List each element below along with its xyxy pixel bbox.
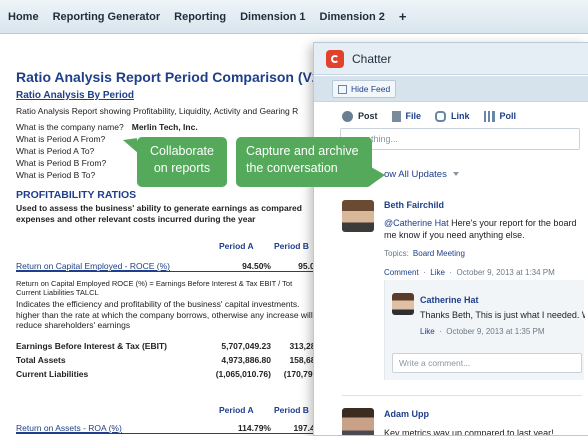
chatter-logo-icon bbox=[326, 50, 344, 68]
feed-divider bbox=[342, 395, 582, 396]
metric-value-a: 114.79% bbox=[237, 423, 271, 433]
metric-label[interactable]: Return on Capital Employed - ROCE (%) bbox=[16, 261, 170, 271]
tab-reporting-generator[interactable]: Reporting Generator bbox=[53, 11, 161, 23]
topics-label: Topics: bbox=[384, 249, 409, 258]
tab-dimension-2[interactable]: Dimension 2 bbox=[320, 11, 385, 23]
like-link[interactable]: Like bbox=[420, 327, 435, 336]
comment-link[interactable]: Comment bbox=[384, 268, 419, 277]
metric-value-a: 94.50% bbox=[242, 261, 271, 271]
publisher-actions: Post File Link Poll bbox=[342, 108, 530, 124]
file-icon bbox=[391, 110, 401, 122]
post-meta: Comment · Like · October 9, 2013 at 1:34… bbox=[384, 268, 555, 277]
callout-text: Capture and archive the conversation bbox=[246, 144, 359, 175]
tab-home[interactable]: Home bbox=[8, 11, 39, 23]
callout-pointer bbox=[371, 167, 385, 185]
roce-formula: Return on Capital Employed ROCE (%) = Ea… bbox=[16, 279, 293, 297]
detail-label: Current Liabilities bbox=[16, 369, 89, 379]
poll-icon bbox=[483, 110, 495, 122]
comment-text: Thanks Beth, This is just what I needed.… bbox=[420, 310, 585, 320]
post-topics: Topics: Board Meeting bbox=[384, 249, 465, 258]
comment-meta: Like · October 9, 2013 at 1:35 PM bbox=[420, 327, 545, 336]
callout-capture: Capture and archive the conversation bbox=[236, 137, 385, 187]
post-action[interactable]: Post bbox=[342, 110, 378, 122]
detail-value-a: 4,973,886.80 bbox=[221, 355, 271, 365]
detail-value-a: (1,065,010.76) bbox=[215, 369, 271, 379]
poll-label: Poll bbox=[499, 111, 517, 121]
question-label: What is the company name? bbox=[16, 122, 124, 132]
feed-filter-dropdown[interactable]: ow All Updates bbox=[384, 169, 459, 180]
question-period-a-from: What is Period A From? bbox=[16, 134, 106, 144]
author-name[interactable]: Adam Upp bbox=[384, 409, 429, 419]
like-link[interactable]: Like bbox=[430, 268, 445, 277]
metric-row-roa: Return on Assets - ROA (%) 114.79% 197.4… bbox=[16, 421, 327, 434]
roce-explanation: Indicates the efficiency and profitabili… bbox=[16, 299, 313, 330]
detail-label: Total Assets bbox=[16, 355, 66, 365]
post-label: Post bbox=[358, 111, 378, 121]
poll-action[interactable]: Poll bbox=[483, 110, 517, 122]
callout-text: Collaborate on reports bbox=[150, 144, 214, 175]
feed-filter-label: ow All Updates bbox=[384, 169, 447, 180]
avatar[interactable] bbox=[342, 408, 374, 435]
metric-label[interactable]: Return on Assets - ROA (%) bbox=[16, 423, 122, 433]
comment-timestamp: October 9, 2013 at 1:35 PM bbox=[446, 327, 545, 336]
topic-link[interactable]: Board Meeting bbox=[413, 249, 465, 258]
post-text: Key metrics way up compared to last year… bbox=[384, 428, 554, 436]
hide-feed-button[interactable]: Hide Feed bbox=[332, 80, 397, 98]
file-label: File bbox=[405, 111, 422, 121]
chatter-header: Chatter bbox=[314, 43, 588, 75]
link-label: Link bbox=[451, 111, 470, 121]
period-b-header: Period B bbox=[274, 405, 309, 415]
chevron-down-icon bbox=[452, 172, 459, 177]
period-a-header: Period A bbox=[219, 405, 254, 415]
section-title: PROFITABILITY RATIOS bbox=[16, 189, 137, 201]
post-body: @Catherine Hat Here's your report for th… bbox=[384, 217, 588, 241]
link-action[interactable]: Link bbox=[435, 110, 470, 122]
question-period-b-from: What is Period B From? bbox=[16, 158, 107, 168]
detail-value-a: 5,707,049.23 bbox=[221, 341, 271, 351]
avatar[interactable] bbox=[342, 200, 374, 232]
chatter-panel: Chatter Hide Feed Post File Link Poll so… bbox=[313, 42, 588, 436]
file-action[interactable]: File bbox=[391, 110, 422, 122]
post-icon bbox=[342, 110, 353, 122]
metric-row-roce: Return on Capital Employed - ROCE (%) 94… bbox=[16, 259, 327, 272]
detail-label: Earnings Before Interest & Tax (EBIT) bbox=[16, 341, 167, 351]
avatar[interactable] bbox=[392, 293, 414, 315]
hide-feed-icon bbox=[338, 85, 347, 94]
author-name[interactable]: Beth Fairchild bbox=[384, 200, 444, 210]
section-description: Used to assess the business' ability to … bbox=[16, 203, 302, 224]
tab-dimension-1[interactable]: Dimension 1 bbox=[240, 11, 305, 23]
callout-collaborate: Collaborate on reports bbox=[122, 137, 227, 187]
period-a-header: Period A bbox=[219, 241, 254, 251]
callout-pointer bbox=[122, 138, 140, 156]
question-value: Merlin Tech, Inc. bbox=[131, 122, 198, 132]
chatter-toolbar: Hide Feed bbox=[314, 76, 588, 102]
period-b-header: Period B bbox=[274, 241, 309, 251]
post-input[interactable]: something... bbox=[340, 128, 580, 150]
add-tab-button[interactable]: + bbox=[399, 9, 407, 24]
question-period-b-to: What is Period B To? bbox=[16, 170, 96, 180]
author-name[interactable]: Catherine Hat bbox=[420, 295, 479, 305]
link-icon bbox=[435, 110, 447, 122]
question-period-a-to: What is Period A To? bbox=[16, 146, 95, 156]
report-subtitle[interactable]: Ratio Analysis By Period bbox=[16, 90, 134, 101]
chatter-title: Chatter bbox=[352, 52, 392, 66]
question-company: What is the company name? Merlin Tech, In… bbox=[16, 122, 198, 132]
comment-input[interactable]: Write a comment... bbox=[392, 353, 582, 373]
top-nav: Home Reporting Generator Reporting Dimen… bbox=[0, 0, 588, 34]
mention-link[interactable]: @Catherine Hat bbox=[384, 218, 449, 228]
report-description: Ratio Analysis Report showing Profitabil… bbox=[16, 106, 299, 116]
tab-reporting[interactable]: Reporting bbox=[174, 11, 226, 23]
post-timestamp: October 9, 2013 at 1:34 PM bbox=[456, 268, 555, 277]
report-title: Ratio Analysis Report Period Comparison … bbox=[16, 69, 332, 85]
hide-feed-label: Hide Feed bbox=[351, 84, 391, 94]
